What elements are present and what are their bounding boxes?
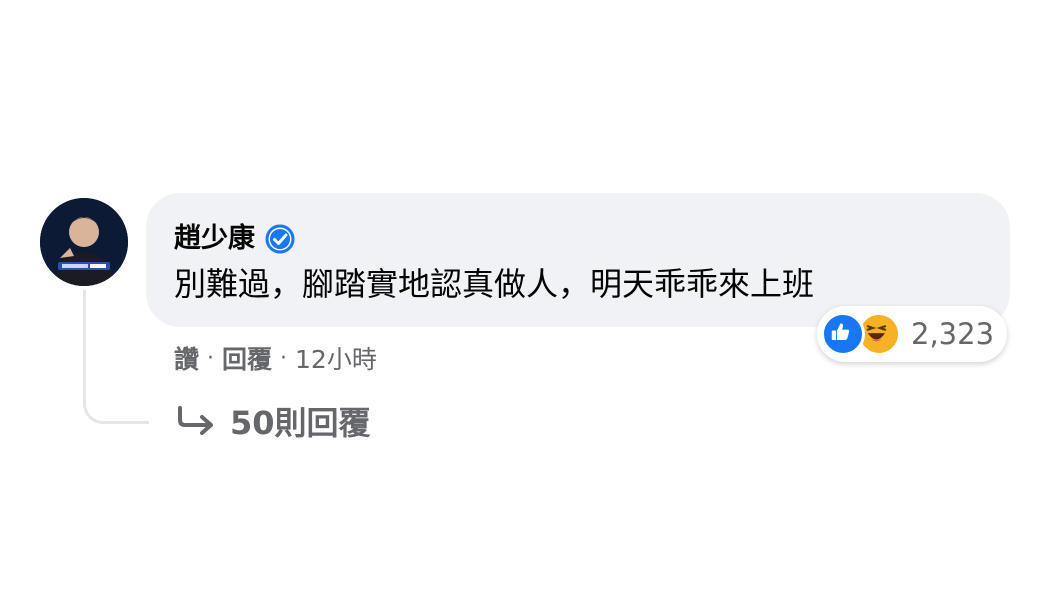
author-row: 趙少康 [174, 221, 295, 257]
comment-actions: 讚 · 回覆 · 12小時 [174, 338, 377, 378]
verified-badge-icon [265, 224, 295, 254]
timestamp[interactable]: 12小時 [295, 340, 377, 376]
replies-count-label: 50則回覆 [230, 404, 371, 442]
profile-photo-icon [40, 198, 128, 286]
separator-dot: · [207, 345, 215, 371]
comment-container: 趙少康 別難過，腳踏實地認真做人，明天乖乖來上班 2,323 讚 · 回覆 · [0, 0, 1060, 596]
like-button[interactable]: 讚 [174, 340, 199, 376]
reply-button[interactable]: 回覆 [222, 340, 272, 376]
avatar[interactable] [40, 198, 128, 286]
reply-arrow-icon [178, 406, 213, 435]
reactions-summary[interactable]: 2,323 [817, 306, 1007, 362]
reaction-count: 2,323 [911, 317, 995, 351]
comment-text: 別難過，腳踏實地認真做人，明天乖乖來上班 [174, 265, 815, 303]
author-name[interactable]: 趙少康 [174, 221, 255, 257]
like-icon [821, 312, 865, 356]
separator-dot: · [280, 345, 288, 371]
view-replies-button[interactable]: 50則回覆 [174, 398, 371, 444]
thread-connector-line [83, 290, 149, 424]
